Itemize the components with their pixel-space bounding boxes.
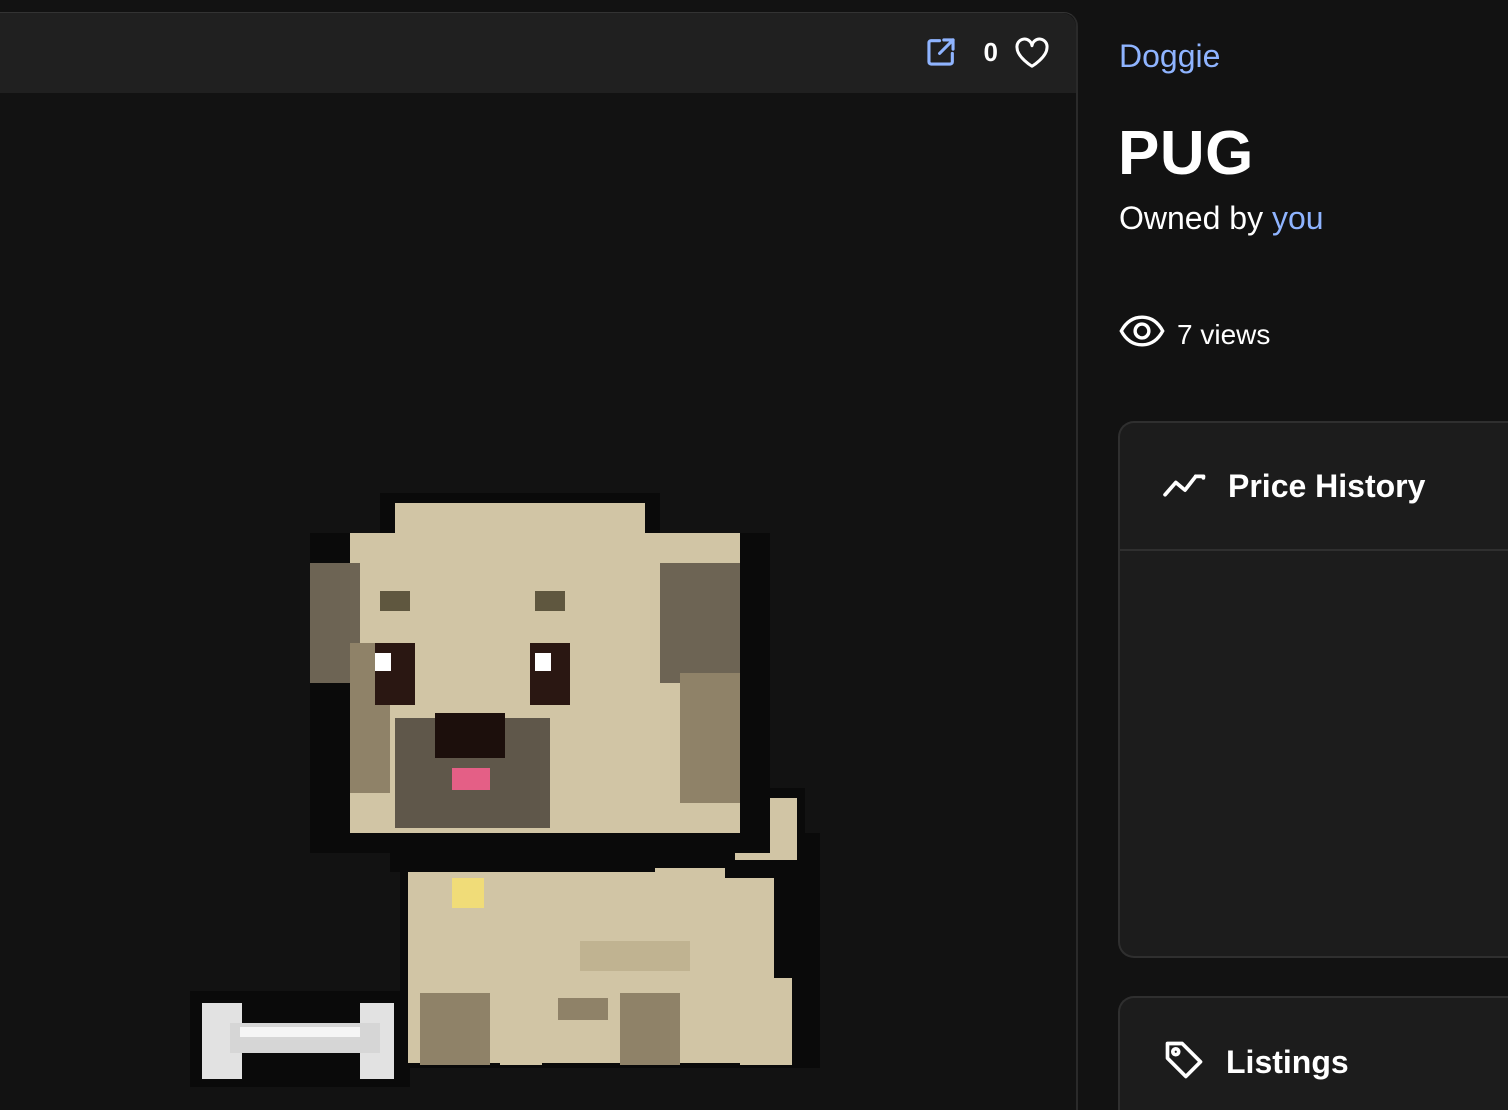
heart-icon[interactable]	[1014, 35, 1050, 69]
eye-icon	[1119, 314, 1165, 355]
favorite-count: 0	[983, 36, 998, 67]
item-details: Doggie PUG Owned by you 7 views Price Hi…	[1078, 0, 1508, 1110]
owner-prefix: Owned by	[1119, 200, 1264, 236]
views-count: 7 views	[1119, 314, 1270, 355]
media-actions: 0	[924, 35, 1050, 69]
price-history-panel: Price History	[1118, 421, 1508, 958]
external-link-icon[interactable]	[924, 35, 958, 69]
trend-line-icon	[1162, 468, 1208, 505]
views-label: 7 views	[1177, 318, 1271, 350]
price-history-header[interactable]: Price History	[1120, 423, 1508, 551]
media-card: 0	[0, 12, 1078, 1110]
bone-image	[190, 991, 410, 1087]
owner-row: Owned by you	[1119, 200, 1324, 237]
owner-link[interactable]: you	[1272, 200, 1324, 236]
media-header: 0	[0, 13, 1076, 93]
collection-link[interactable]: Doggie	[1119, 38, 1220, 75]
nft-item-page: 0 Doggie PUG Owned by you 7 views Price …	[0, 0, 1508, 1110]
listings-title: Listings	[1226, 1043, 1349, 1080]
listings-header[interactable]: Listings	[1120, 998, 1508, 1110]
item-title: PUG	[1118, 119, 1254, 188]
price-history-title: Price History	[1228, 467, 1426, 504]
pug-pixel-art-image	[190, 493, 820, 1087]
tag-icon	[1162, 1038, 1206, 1087]
nft-image[interactable]	[0, 93, 1076, 1110]
listings-panel: Listings	[1118, 996, 1508, 1110]
